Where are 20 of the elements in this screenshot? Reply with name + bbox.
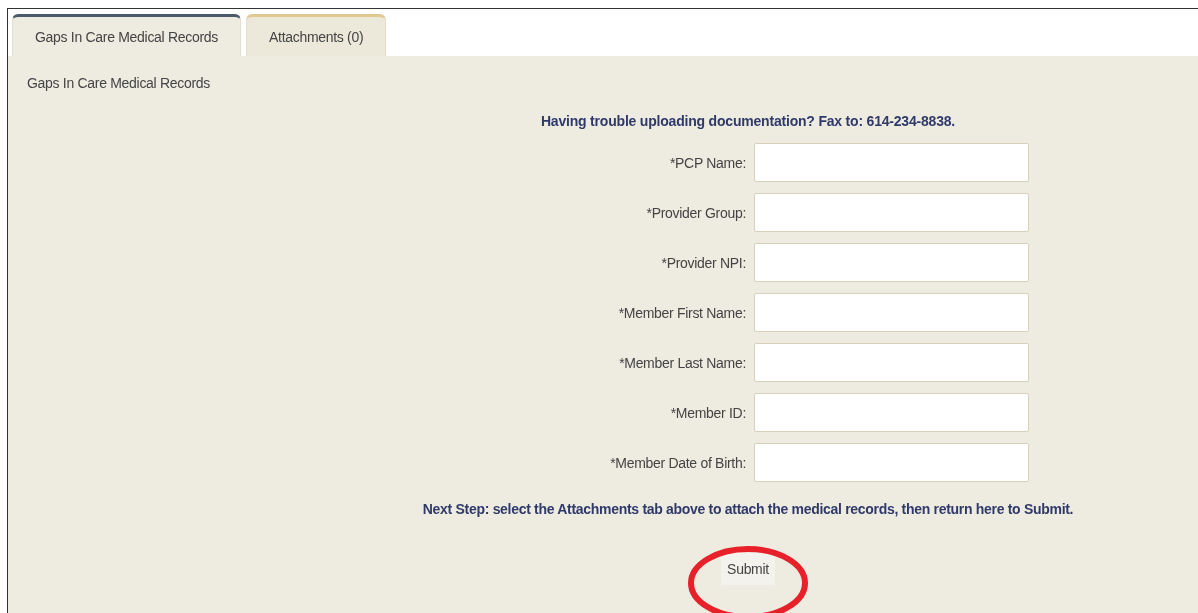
field-label: *Provider Group: [646, 204, 746, 221]
section-title: Gaps In Care Medical Records [26, 74, 211, 91]
input-field[interactable] [754, 243, 1029, 282]
submit-button[interactable]: Submit [721, 553, 775, 585]
field-label: *Member Last Name: [619, 354, 746, 371]
field-label: *PCP Name: [669, 154, 746, 171]
fax-notice: Having trouble uploading documentation? Fax to: 614-234-8838. [539, 113, 957, 129]
input-field[interactable] [754, 443, 1029, 482]
input-field[interactable] [754, 393, 1029, 432]
next-step-note: Next Step: select the Attachments tab above to attach the medical records, then return here to Submit. [421, 501, 1075, 517]
field-label: *Provider NPI: [661, 254, 746, 271]
tab[interactable]: Gaps In Care Medical Records [12, 14, 241, 56]
input-field[interactable] [754, 193, 1029, 232]
field-label: *Member First Name: [618, 304, 746, 321]
input-field[interactable] [754, 343, 1029, 382]
input-field[interactable] [754, 143, 1029, 182]
tab[interactable]: Attachments (0) [246, 14, 387, 56]
field-label: *Member ID: [670, 404, 746, 421]
input-field[interactable] [754, 293, 1029, 332]
field-label: *Member Date of Birth: [610, 454, 746, 471]
